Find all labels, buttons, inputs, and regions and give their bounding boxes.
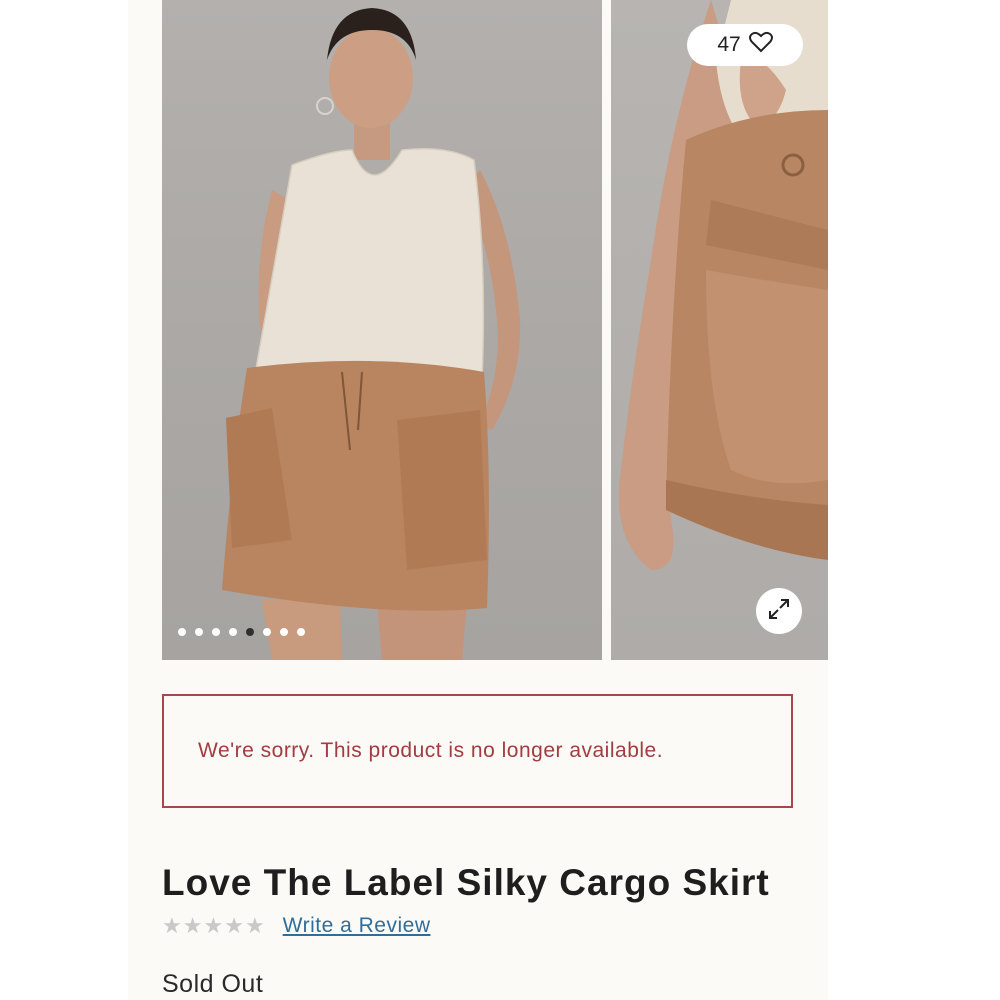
star-rating: ★ ★ ★ ★ ★ bbox=[162, 915, 265, 937]
product-image-gallery[interactable]: 47 bbox=[162, 0, 828, 660]
detail-illustration bbox=[619, 0, 828, 570]
favorite-button[interactable]: 47 bbox=[687, 24, 803, 66]
expand-arrows-icon bbox=[767, 597, 791, 626]
heart-outline-icon bbox=[748, 31, 773, 59]
carousel-dot[interactable] bbox=[246, 628, 254, 636]
carousel-dot[interactable] bbox=[212, 628, 220, 636]
carousel-dots[interactable] bbox=[178, 628, 305, 636]
like-count: 47 bbox=[717, 33, 741, 56]
unavailable-notice: We're sorry. This product is no longer a… bbox=[162, 694, 793, 808]
carousel-dot[interactable] bbox=[280, 628, 288, 636]
carousel-dot[interactable] bbox=[178, 628, 186, 636]
carousel-dot[interactable] bbox=[297, 628, 305, 636]
write-review-link[interactable]: Write a Review bbox=[283, 914, 431, 938]
star-icon: ★ bbox=[182, 913, 203, 938]
product-image-main[interactable] bbox=[162, 0, 602, 660]
carousel-dot[interactable] bbox=[263, 628, 271, 636]
model-illustration bbox=[222, 8, 521, 660]
star-icon: ★ bbox=[162, 913, 182, 938]
carousel-dot[interactable] bbox=[195, 628, 203, 636]
star-icon: ★ bbox=[224, 913, 244, 938]
expand-image-button[interactable] bbox=[756, 588, 802, 634]
carousel-dot[interactable] bbox=[229, 628, 237, 636]
star-icon: ★ bbox=[244, 913, 265, 938]
star-icon: ★ bbox=[203, 913, 224, 938]
availability-status: Sold Out bbox=[162, 970, 264, 998]
unavailable-message: We're sorry. This product is no longer a… bbox=[198, 739, 664, 762]
product-title: Love The Label Silky Cargo Skirt bbox=[162, 862, 770, 903]
rating-row: ★ ★ ★ ★ ★ Write a Review bbox=[162, 914, 431, 938]
product-image-detail[interactable] bbox=[611, 0, 828, 660]
